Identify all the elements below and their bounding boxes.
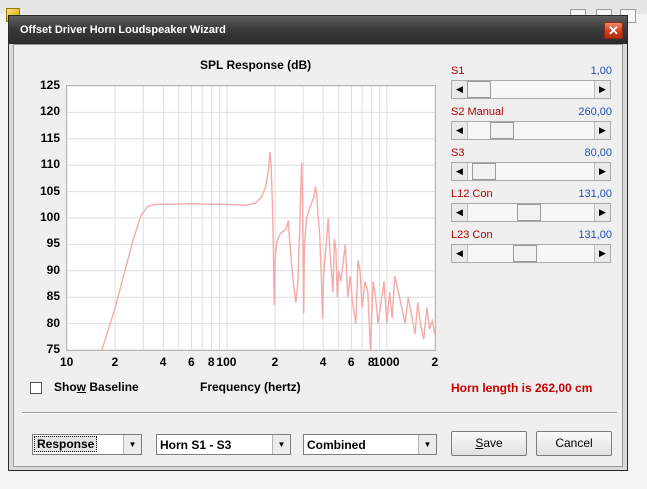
separator-line (22, 412, 617, 414)
chevron-down-icon: ▼ (272, 435, 290, 454)
background-toolbar (0, 0, 647, 14)
x-axis-label: Frequency (hertz) (200, 380, 301, 394)
y-tick-label: 125 (39, 78, 60, 92)
dialog-body: SPL Response (dB) 125 120 115 110 105 100 95 90… (13, 44, 623, 467)
scroll-left-arrow-icon[interactable]: ◀ (452, 204, 468, 221)
y-tick-label: 85 (46, 289, 60, 304)
scroll-right-arrow-icon[interactable]: ▶ (594, 204, 610, 221)
slider-value: 1,00 (590, 65, 612, 77)
y-tick-label: 115 (40, 130, 60, 145)
mode-select[interactable]: Combined ▼ (303, 434, 437, 455)
mode-select-value: Combined (307, 438, 366, 452)
title-bar[interactable]: Offset Driver Horn Loudspeaker Wizard ✕ (9, 16, 627, 44)
close-button[interactable]: ✕ (604, 22, 623, 39)
scroll-right-arrow-icon[interactable]: ▶ (594, 163, 610, 180)
horn-length-text: Horn length is 262,00 cm (451, 381, 593, 395)
x-tick-label: 6 (347, 355, 355, 369)
y-tick-label: 75 (46, 342, 60, 356)
scroll-left-arrow-icon[interactable]: ◀ (452, 163, 468, 180)
close-icon: ✕ (608, 23, 619, 38)
chevron-down-icon: ▼ (418, 435, 436, 454)
chart-title: SPL Response (dB) (200, 58, 312, 72)
x-tick-label: 2 (271, 355, 279, 369)
x-tick-label: 4 (319, 355, 327, 369)
y-tick-label: 105 (39, 183, 60, 198)
x-tick-label: 100 (216, 355, 237, 369)
slider-value: 131,00 (578, 229, 612, 241)
slider-label: L23 Con (451, 229, 493, 241)
spl-chart (66, 85, 436, 351)
slider-thumb[interactable] (489, 122, 514, 139)
slider-value: 131,00 (578, 188, 612, 200)
slider-thumb[interactable] (516, 204, 541, 221)
x-tick-label: 4 (159, 355, 167, 369)
show-baseline-checkbox[interactable] (30, 382, 42, 394)
section-select[interactable]: Horn S1 - S3 ▼ (156, 434, 291, 455)
y-tick-label: 80 (46, 315, 60, 330)
slider-label: S1 (451, 65, 465, 77)
slider-scrollbar[interactable]: ◀ ▶ (451, 203, 611, 222)
slider-label: S3 (451, 147, 465, 159)
slider-scrollbar[interactable]: ◀ ▶ (451, 162, 611, 181)
y-tick-label: 110 (40, 157, 60, 172)
show-baseline-label: Show Baseline (54, 380, 139, 394)
cancel-button[interactable]: Cancel (536, 431, 612, 456)
slider-label: L12 Con (451, 188, 493, 200)
scroll-left-arrow-icon[interactable]: ◀ (452, 122, 468, 139)
wizard-window: Offset Driver Horn Loudspeaker Wizard ✕ … (8, 15, 628, 471)
save-button[interactable]: Save (451, 431, 527, 456)
x-tick-label: 6 (187, 355, 195, 369)
x-tick-label: 2 (111, 355, 119, 369)
slider-value: 80,00 (584, 147, 612, 159)
scroll-left-arrow-icon[interactable]: ◀ (452, 245, 468, 262)
spl-chart-svg (66, 85, 436, 351)
scroll-right-arrow-icon[interactable]: ▶ (594, 81, 610, 98)
y-tick-label: 120 (39, 104, 60, 119)
x-tick-label: 8 (207, 355, 215, 369)
x-tick-label: 10 (60, 355, 74, 369)
chevron-down-icon: ▼ (123, 435, 141, 454)
view-select[interactable]: Response ▼ (32, 434, 142, 455)
window-title: Offset Driver Horn Loudspeaker Wizard (20, 24, 226, 36)
slider-value: 260,00 (578, 106, 612, 118)
scroll-right-arrow-icon[interactable]: ▶ (594, 245, 610, 262)
slider-scrollbar[interactable]: ◀ ▶ (451, 244, 611, 263)
x-tick-label: 2 (431, 355, 439, 369)
spl-series-line (101, 151, 436, 351)
slider-thumb[interactable] (472, 163, 497, 180)
section-select-value: Horn S1 - S3 (160, 438, 232, 452)
slider-thumb[interactable] (512, 245, 537, 262)
y-tick-label: 95 (46, 236, 60, 251)
x-tick-label: 1000 (372, 355, 400, 369)
slider-scrollbar[interactable]: ◀ ▶ (451, 121, 611, 140)
scroll-right-arrow-icon[interactable]: ▶ (594, 122, 610, 139)
view-select-value: Response (34, 436, 98, 452)
slider-thumb[interactable] (467, 81, 491, 98)
slider-scrollbar[interactable]: ◀ ▶ (451, 80, 611, 99)
scroll-left-arrow-icon[interactable]: ◀ (452, 81, 468, 98)
slider-label: S2 Manual (451, 106, 504, 118)
y-tick-label: 90 (46, 262, 60, 277)
y-tick-label: 100 (39, 210, 60, 224)
